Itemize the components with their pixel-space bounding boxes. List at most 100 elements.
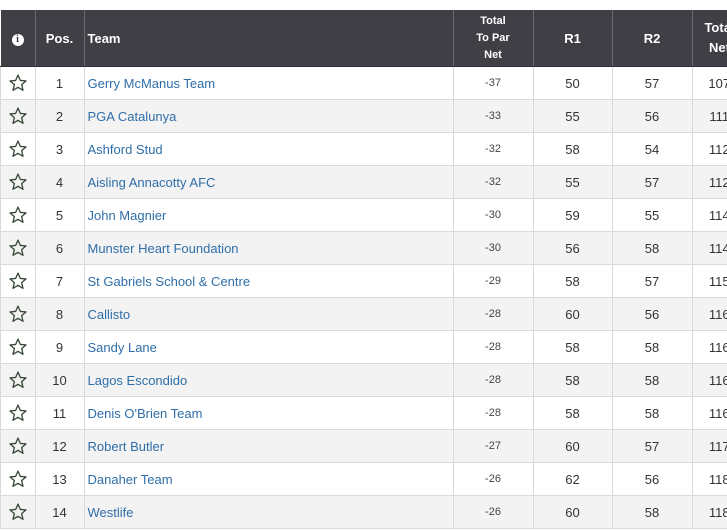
total-column-header[interactable]: Total Net	[692, 10, 727, 67]
r1-column-header[interactable]: R1	[533, 10, 613, 67]
table-row: 7 St Gabriels School & Centre -29 58 57 …	[0, 264, 727, 298]
team-link[interactable]: St Gabriels School & Centre	[88, 274, 251, 289]
total-cell: 116	[692, 363, 727, 397]
star-outline-icon[interactable]	[8, 304, 28, 324]
team-cell: Denis O'Brien Team	[84, 396, 454, 430]
pos-cell: 4	[35, 165, 85, 199]
r1-cell: 50	[533, 66, 613, 100]
to-par-cell: -32	[453, 165, 534, 199]
team-link[interactable]: Aisling Annacotty AFC	[88, 175, 216, 190]
star-outline-icon[interactable]	[8, 502, 28, 522]
r1-cell: 56	[533, 231, 613, 265]
team-link[interactable]: Gerry McManus Team	[88, 76, 216, 91]
to-par-cell: -28	[453, 297, 534, 331]
total-header-line1: Total	[704, 20, 727, 35]
team-link[interactable]: Callisto	[88, 307, 131, 322]
leaderboard-table: i Pos. Team Total To Par Net R1 R2 Total…	[0, 10, 727, 529]
team-link[interactable]: Lagos Escondido	[88, 373, 188, 388]
team-cell: Munster Heart Foundation	[84, 231, 454, 265]
star-outline-icon[interactable]	[8, 172, 28, 192]
total-cell: 112	[692, 132, 727, 166]
team-cell: Gerry McManus Team	[84, 66, 454, 100]
r2-cell: 57	[612, 165, 693, 199]
team-cell: Westlife	[84, 495, 454, 529]
to-par-cell: -28	[453, 363, 534, 397]
star-outline-icon[interactable]	[8, 271, 28, 291]
favorite-cell	[0, 297, 36, 331]
pos-cell: 10	[35, 363, 85, 397]
favorite-cell	[0, 231, 36, 265]
to-par-cell: -37	[453, 66, 534, 100]
r2-column-header[interactable]: R2	[612, 10, 693, 67]
info-column-header[interactable]: i	[0, 10, 36, 67]
favorite-cell	[0, 495, 36, 529]
to-par-cell: -30	[453, 198, 534, 232]
table-row: 12 Robert Butler -27 60 57 117	[0, 429, 727, 463]
team-cell: Lagos Escondido	[84, 363, 454, 397]
team-link[interactable]: Sandy Lane	[88, 340, 157, 355]
team-link[interactable]: Danaher Team	[88, 472, 173, 487]
star-outline-icon[interactable]	[8, 139, 28, 159]
team-cell: PGA Catalunya	[84, 99, 454, 133]
star-outline-icon[interactable]	[8, 403, 28, 423]
favorite-cell	[0, 132, 36, 166]
star-outline-icon[interactable]	[8, 469, 28, 489]
team-link[interactable]: Robert Butler	[88, 439, 165, 454]
info-icon[interactable]: i	[11, 34, 24, 46]
to-par-column-header[interactable]: Total To Par Net	[453, 10, 534, 67]
pos-column-header[interactable]: Pos.	[35, 10, 85, 67]
table-row: 3 Ashford Stud -32 58 54 112	[0, 132, 727, 166]
r2-cell: 57	[612, 264, 693, 298]
team-link[interactable]: Ashford Stud	[88, 142, 163, 157]
star-outline-icon[interactable]	[8, 436, 28, 456]
pos-cell: 2	[35, 99, 85, 133]
total-cell: 107	[692, 66, 727, 100]
team-cell: Ashford Stud	[84, 132, 454, 166]
to-par-cell: -28	[453, 330, 534, 364]
to-par-cell: -28	[453, 396, 534, 430]
star-outline-icon[interactable]	[8, 238, 28, 258]
team-link[interactable]: PGA Catalunya	[88, 109, 177, 124]
team-cell: Callisto	[84, 297, 454, 331]
team-link[interactable]: Munster Heart Foundation	[88, 241, 239, 256]
team-column-header[interactable]: Team	[84, 10, 454, 67]
star-outline-icon[interactable]	[8, 370, 28, 390]
table-row: 11 Denis O'Brien Team -28 58 58 116	[0, 396, 727, 430]
pos-cell: 8	[35, 297, 85, 331]
table-row: 6 Munster Heart Foundation -30 56 58 114	[0, 231, 727, 265]
r1-cell: 58	[533, 396, 613, 430]
team-cell: St Gabriels School & Centre	[84, 264, 454, 298]
r1-cell: 59	[533, 198, 613, 232]
favorite-cell	[0, 462, 36, 496]
pos-cell: 9	[35, 330, 85, 364]
r2-cell: 58	[612, 330, 693, 364]
to-par-cell: -26	[453, 462, 534, 496]
r1-cell: 62	[533, 462, 613, 496]
leaderboard: i Pos. Team Total To Par Net R1 R2 Total…	[0, 0, 727, 529]
r1-cell: 58	[533, 330, 613, 364]
star-outline-icon[interactable]	[8, 106, 28, 126]
pos-cell: 5	[35, 198, 85, 232]
favorite-cell	[0, 330, 36, 364]
pos-cell: 14	[35, 495, 85, 529]
star-outline-icon[interactable]	[8, 73, 28, 93]
team-link[interactable]: Westlife	[88, 505, 134, 520]
to-par-cell: -26	[453, 495, 534, 529]
team-cell: Aisling Annacotty AFC	[84, 165, 454, 199]
team-link[interactable]: Denis O'Brien Team	[88, 406, 203, 421]
total-cell: 116	[692, 297, 727, 331]
team-link[interactable]: John Magnier	[88, 208, 167, 223]
r1-cell: 60	[533, 495, 613, 529]
table-row: 14 Westlife -26 60 58 118	[0, 495, 727, 529]
r2-cell: 57	[612, 66, 693, 100]
pos-cell: 3	[35, 132, 85, 166]
star-outline-icon[interactable]	[8, 337, 28, 357]
to-par-cell: -33	[453, 99, 534, 133]
table-row: 5 John Magnier -30 59 55 114	[0, 198, 727, 232]
to-par-cell: -29	[453, 264, 534, 298]
r2-cell: 58	[612, 396, 693, 430]
r2-cell: 58	[612, 231, 693, 265]
pos-cell: 13	[35, 462, 85, 496]
favorite-cell	[0, 363, 36, 397]
star-outline-icon[interactable]	[8, 205, 28, 225]
